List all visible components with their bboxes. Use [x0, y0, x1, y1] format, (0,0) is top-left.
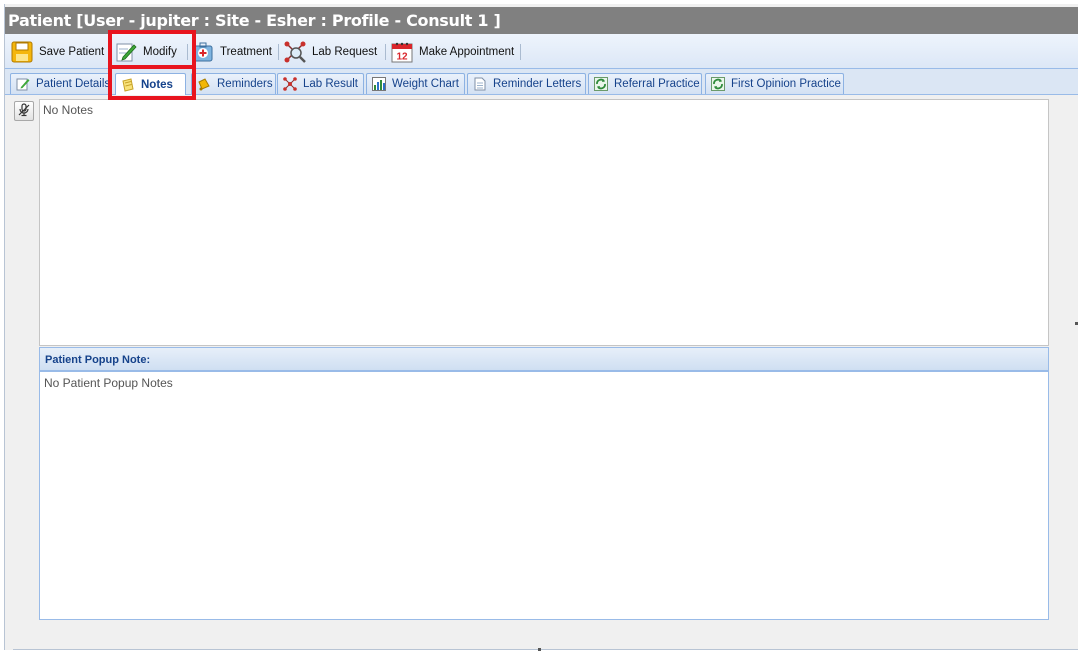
- tab-referral-practice[interactable]: Referral Practice: [588, 73, 702, 94]
- microphone-muted-icon: [17, 102, 31, 120]
- bar-chart-icon: [372, 77, 386, 91]
- treatment-label: Treatment: [220, 45, 272, 58]
- popup-note-header: Patient Popup Note:: [39, 347, 1049, 371]
- treatment-button[interactable]: Treatment: [192, 38, 272, 65]
- lab-request-button[interactable]: Lab Request: [284, 38, 377, 65]
- molecule-magnifier-icon: [284, 41, 306, 63]
- tab-notes-label: Notes: [141, 78, 173, 91]
- edit-document-icon: [16, 77, 30, 91]
- make-appointment-label: Make Appointment: [419, 45, 515, 58]
- microphone-button[interactable]: [14, 101, 34, 121]
- medical-kit-icon: [192, 41, 214, 63]
- window-title: Patient [User - jupiter : Site - Esher :…: [5, 7, 1078, 34]
- bottom-divider: [13, 649, 1078, 650]
- resize-handle-bottom[interactable]: [538, 648, 541, 651]
- tab-patient-details-label: Patient Details: [36, 78, 111, 90]
- tab-weight-chart[interactable]: Weight Chart: [366, 73, 465, 94]
- notes-icon: [121, 77, 135, 92]
- lab-request-label: Lab Request: [312, 45, 378, 58]
- molecule-icon: [283, 77, 297, 91]
- tab-notes[interactable]: Notes: [115, 73, 186, 95]
- save-patient-button[interactable]: Save Patient: [11, 38, 104, 65]
- tab-first-opinion-practice[interactable]: First Opinion Practice: [705, 73, 844, 94]
- save-patient-label: Save Patient: [39, 45, 105, 58]
- tab-lab-result-label: Lab Result: [303, 78, 358, 90]
- pencil-edit-icon: [115, 41, 137, 63]
- notes-textarea[interactable]: No Notes: [39, 99, 1049, 346]
- tab-reminders[interactable]: Reminders: [191, 73, 276, 94]
- tab-first-opinion-practice-label: First Opinion Practice: [731, 78, 841, 90]
- floppy-disk-icon: [11, 41, 33, 63]
- tab-weight-chart-label: Weight Chart: [392, 78, 459, 90]
- document-icon: [473, 77, 487, 91]
- tab-reminder-letters-label: Reminder Letters: [493, 78, 582, 90]
- modify-label: Modify: [143, 45, 177, 58]
- refresh-arrows-icon: [594, 77, 608, 91]
- resize-handle[interactable]: [1075, 322, 1078, 325]
- make-appointment-button[interactable]: 12 Make Appointment: [391, 38, 514, 65]
- tab-strip: Patient Details Notes Reminders Lab Resu…: [5, 69, 1078, 95]
- tab-reminders-label: Reminders: [217, 78, 273, 90]
- toolbar: Save Patient Modify Treatment Lab Reques…: [5, 34, 1078, 69]
- bell-icon: [197, 77, 211, 91]
- svg-text:12: 12: [396, 51, 408, 62]
- calendar-icon: 12: [391, 41, 413, 63]
- popup-note-textarea[interactable]: No Patient Popup Notes: [39, 371, 1049, 620]
- tab-reminder-letters[interactable]: Reminder Letters: [467, 73, 586, 94]
- modify-button[interactable]: Modify: [115, 38, 177, 65]
- refresh-arrows-icon: [711, 77, 725, 91]
- tab-patient-details[interactable]: Patient Details: [10, 73, 110, 94]
- tab-lab-result[interactable]: Lab Result: [277, 73, 364, 94]
- tab-referral-practice-label: Referral Practice: [614, 78, 700, 90]
- patient-window: Patient [User - jupiter : Site - Esher :…: [4, 4, 1078, 650]
